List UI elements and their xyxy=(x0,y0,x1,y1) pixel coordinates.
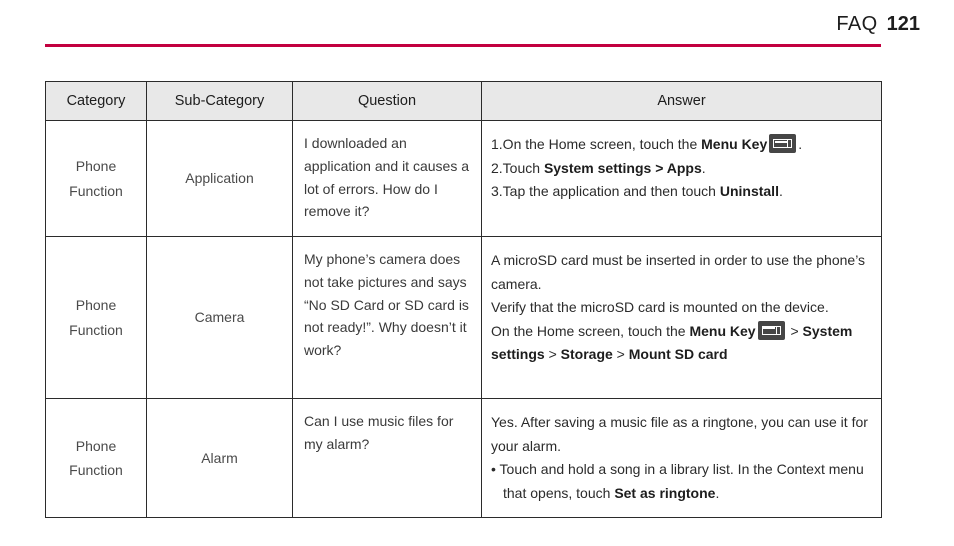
column-header-answer: Answer xyxy=(481,81,882,121)
category-line-1: Phone xyxy=(75,158,117,175)
column-header-question: Question xyxy=(292,81,482,121)
answer-text: . xyxy=(778,183,783,200)
answer-emphasis: Uninstall xyxy=(719,183,779,200)
answer-line: Verify that the microSD card is mounted … xyxy=(491,296,871,320)
answer-text: > xyxy=(544,346,561,363)
answer-emphasis: Menu Key xyxy=(701,136,768,152)
faq-page: FAQ 121 Category Sub-Category Question A… xyxy=(0,0,954,546)
answer-text: 1.On the Home screen, touch the xyxy=(491,136,702,152)
category-line-2: Function xyxy=(69,462,123,479)
column-header-subcategory: Sub-Category xyxy=(146,81,293,121)
cell-subcategory: Application xyxy=(146,120,293,237)
answer-text: Verify that the microSD card is mounted … xyxy=(491,299,829,316)
answer-line: • Touch and hold a song in a library lis… xyxy=(491,458,871,505)
menu-key-icon xyxy=(769,134,797,153)
table-row: Phone Function Camera My phone’s camera … xyxy=(45,236,882,399)
table-body: Phone Function Application I downloaded … xyxy=(45,120,882,519)
answer-text: > xyxy=(786,322,803,339)
answer-line: 2.Touch System settings > Apps. xyxy=(491,157,871,181)
answer-line: Yes. After saving a music file as a ring… xyxy=(491,411,871,458)
answer-emphasis: Menu Key xyxy=(689,322,756,339)
cell-category: Phone Function xyxy=(45,236,147,399)
page-title: FAQ xyxy=(836,13,878,35)
answer-line: On the Home screen, touch the Menu Key >… xyxy=(491,320,871,367)
table-row: Phone Function Alarm Can I use music fil… xyxy=(45,397,882,519)
answer-emphasis: Set as ringtone xyxy=(614,484,716,501)
answer-line: 1.On the Home screen, touch the Menu Key… xyxy=(491,133,871,157)
answer-text: Yes. After saving a music file as a ring… xyxy=(491,414,868,454)
answer-emphasis: Mount SD card xyxy=(628,346,728,363)
answer-text: On the Home screen, touch the xyxy=(491,322,690,339)
answer-text: . xyxy=(798,136,803,152)
table-header-row: Category Sub-Category Question Answer xyxy=(45,81,882,121)
cell-answer: A microSD card must be inserted in order… xyxy=(481,236,882,399)
answer-emphasis: System settings > Apps xyxy=(543,159,702,176)
category-line-1: Phone xyxy=(75,297,117,314)
cell-category: Phone Function xyxy=(45,397,147,519)
cell-answer: Yes. After saving a music file as a ring… xyxy=(481,397,882,519)
cell-question: My phone’s camera does not take pictures… xyxy=(292,236,482,399)
table-header: Category Sub-Category Question Answer xyxy=(45,81,882,121)
cell-question: I downloaded an application and it cause… xyxy=(292,120,482,237)
answer-line: A microSD card must be inserted in order… xyxy=(491,249,871,296)
page-number: 121 xyxy=(886,13,920,35)
answer-text: . xyxy=(701,159,706,176)
header-divider-rule xyxy=(45,44,881,47)
answer-text: > xyxy=(612,346,629,363)
category-line-2: Function xyxy=(69,321,123,338)
cell-answer: 1.On the Home screen, touch the Menu Key… xyxy=(481,120,882,237)
answer-emphasis: Storage xyxy=(560,346,613,363)
answer-text: 2.Touch xyxy=(491,159,544,176)
page-header: FAQ 121 xyxy=(0,14,954,46)
cell-subcategory: Alarm xyxy=(146,397,293,519)
cell-subcategory: Camera xyxy=(146,236,293,399)
menu-key-icon xyxy=(757,320,785,340)
category-line-1: Phone xyxy=(75,437,117,454)
answer-text: . xyxy=(715,484,720,501)
category-line-2: Function xyxy=(69,182,123,199)
answer-line: 3.Tap the application and then touch Uni… xyxy=(491,180,871,204)
answer-text: 3.Tap the application and then touch xyxy=(491,183,720,200)
answer-text: A microSD card must be inserted in order… xyxy=(491,252,866,292)
column-header-category: Category xyxy=(45,81,147,121)
cell-category: Phone Function xyxy=(45,120,147,237)
table-row: Phone Function Application I downloaded … xyxy=(45,120,882,237)
faq-table: Category Sub-Category Question Answer Ph… xyxy=(45,81,882,519)
cell-question: Can I use music files for my alarm? xyxy=(292,397,482,519)
